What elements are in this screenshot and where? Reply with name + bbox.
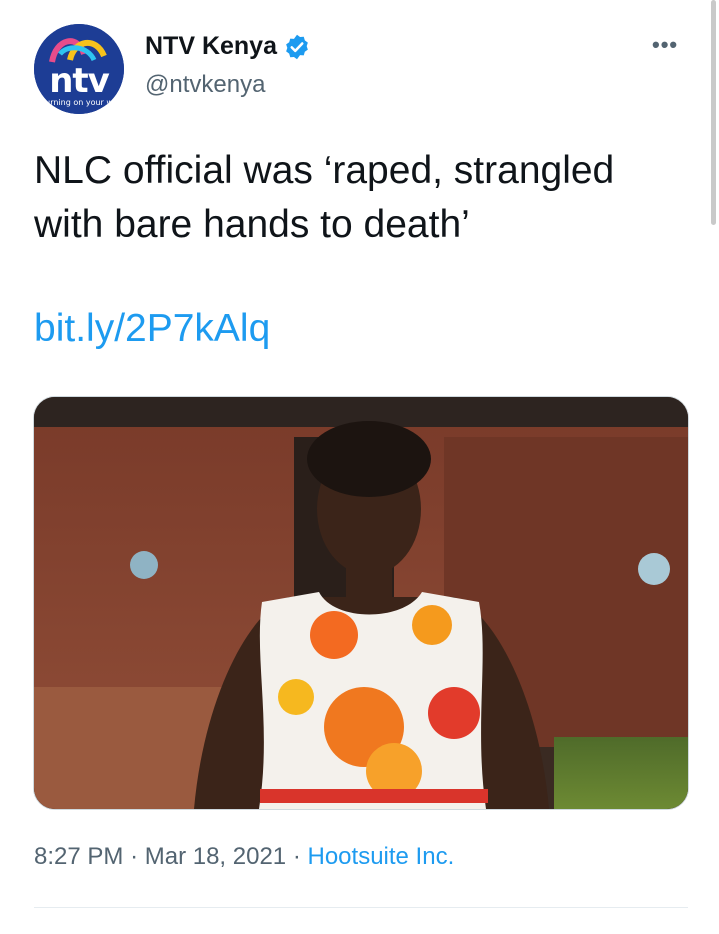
more-options-icon[interactable]: ••• xyxy=(652,32,678,58)
divider xyxy=(34,907,688,908)
avatar-tagline: turning on your world xyxy=(42,98,124,107)
tweet-source[interactable]: Hootsuite Inc. xyxy=(308,843,455,870)
meta-separator: · xyxy=(130,843,139,870)
display-name-text: NTV Kenya xyxy=(145,32,277,60)
tweet-media-image[interactable] xyxy=(33,396,689,810)
tweet-time[interactable]: 8:27 PM xyxy=(34,843,123,870)
meta-separator: · xyxy=(292,843,301,870)
account-handle[interactable]: @ntvkenya xyxy=(145,71,265,99)
photo-illustration xyxy=(34,397,688,809)
avatar[interactable]: ntv turning on your world xyxy=(34,24,124,114)
tweet-date[interactable]: Mar 18, 2021 xyxy=(145,843,286,870)
tweet-text: NLC official was ‘raped, strangled with … xyxy=(34,149,615,246)
tweet-meta: 8:27 PM · Mar 18, 2021 · Hootsuite Inc. xyxy=(34,843,454,871)
display-name[interactable]: NTV Kenya xyxy=(145,32,311,61)
verified-badge-icon xyxy=(286,34,308,59)
scrollbar[interactable] xyxy=(711,0,716,225)
avatar-logo-text: ntv xyxy=(49,61,110,101)
tweet-link[interactable]: bit.ly/2P7kAlq xyxy=(34,307,270,351)
